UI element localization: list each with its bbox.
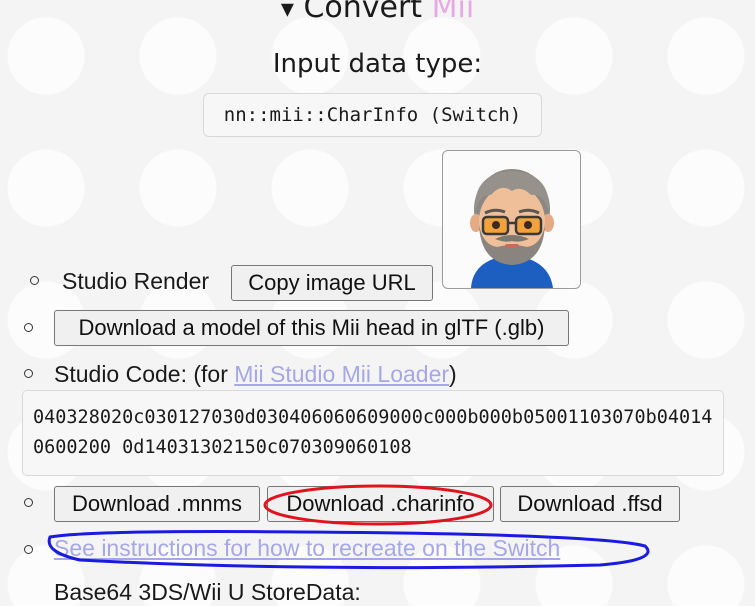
mii-studio-loader-link[interactable]: Mii Studio Mii Loader xyxy=(234,361,449,387)
download-mnms-button[interactable]: Download .mnms xyxy=(54,486,260,522)
heading-accent: Mii xyxy=(431,0,475,25)
mii-render-image xyxy=(442,150,581,289)
list-bullet xyxy=(24,498,33,507)
switch-instructions-link[interactable]: See instructions for how to recreate on … xyxy=(54,535,560,562)
list-bullet xyxy=(24,323,33,332)
section-heading[interactable]: ▾ Convert Mii xyxy=(0,0,755,27)
studio-code-label-text: Studio Code: (for xyxy=(54,361,235,387)
mii-avatar-icon xyxy=(470,169,554,288)
studio-render-label: Studio Render xyxy=(62,268,210,294)
input-type-value: nn::mii::CharInfo (Switch) xyxy=(203,93,542,137)
studio-code-label-suffix: ) xyxy=(449,361,457,387)
input-type-label: Input data type: xyxy=(272,49,483,79)
collapse-triangle-icon: ▾ xyxy=(280,0,294,24)
list-bullet xyxy=(24,369,33,378)
studio-code-value[interactable]: 040328020c030127030d030406060609000c000b… xyxy=(22,390,724,476)
studio-code-label: Studio Code: (for Mii Studio Mii Loader) xyxy=(54,361,457,388)
heading-text: Convert xyxy=(303,0,432,25)
list-bullet xyxy=(30,276,39,285)
list-bullet xyxy=(24,545,33,554)
download-charinfo-button[interactable]: Download .charinfo xyxy=(267,486,494,522)
download-glb-button[interactable]: Download a model of this Mii head in glT… xyxy=(54,310,569,346)
download-ffsd-button[interactable]: Download .ffsd xyxy=(500,486,680,522)
copy-image-url-button[interactable]: Copy image URL xyxy=(231,265,433,301)
base64-storedata-label: Base64 3DS/Wii U StoreData: xyxy=(54,579,361,605)
